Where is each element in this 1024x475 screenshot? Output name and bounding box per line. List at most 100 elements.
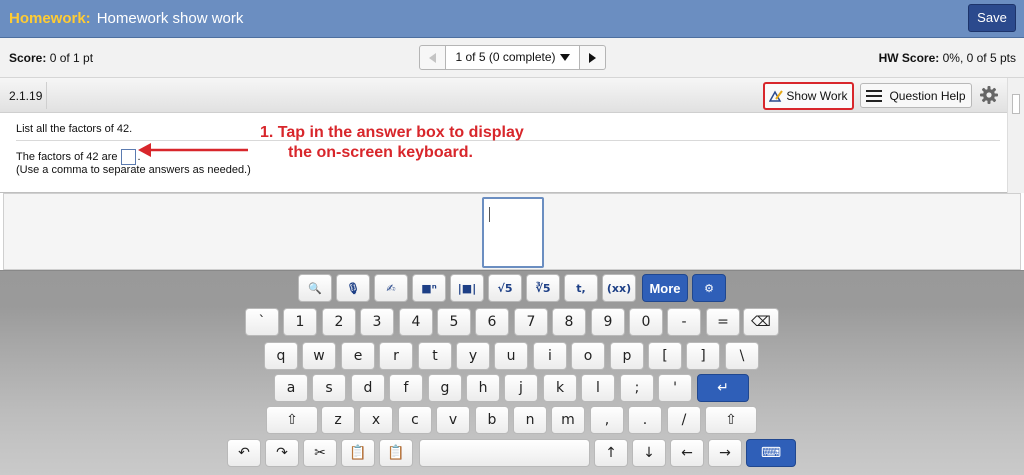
key-x[interactable]: x <box>359 406 393 434</box>
key-period[interactable]: . <box>628 406 662 434</box>
key-a[interactable]: a <box>274 374 308 402</box>
next-question-button[interactable] <box>579 45 606 70</box>
hw-score-label: HW Score: <box>878 51 940 65</box>
title-label: Homework: <box>9 10 91 27</box>
key-j[interactable]: j <box>504 374 538 402</box>
key-t[interactable]: t <box>418 342 452 370</box>
answer-box[interactable] <box>120 149 136 165</box>
key-g[interactable]: g <box>428 374 462 402</box>
key-v[interactable]: v <box>436 406 470 434</box>
keyboard-settings-key[interactable]: ⚙ <box>692 274 726 302</box>
question-selector[interactable]: 1 of 5 (0 complete) <box>446 45 579 70</box>
key-0[interactable]: 0 <box>629 308 663 336</box>
nth-root-key[interactable]: ∛5 <box>526 274 560 302</box>
paste-key[interactable]: 📋 <box>379 439 413 467</box>
key-1[interactable]: 1 <box>283 308 317 336</box>
redo-key[interactable]: ↷ <box>265 439 299 467</box>
handwriting-key[interactable]: ✍ <box>374 274 408 302</box>
gear-icon[interactable] <box>979 85 999 105</box>
key-8[interactable]: 8 <box>552 308 586 336</box>
key-5[interactable]: 5 <box>437 308 471 336</box>
key-i[interactable]: i <box>533 342 567 370</box>
key-m[interactable]: m <box>551 406 585 434</box>
key-semicolon[interactable]: ; <box>620 374 654 402</box>
key-n[interactable]: n <box>513 406 547 434</box>
key-6[interactable]: 6 <box>475 308 509 336</box>
microphone-key[interactable]: 🎙 <box>336 274 370 302</box>
key-f[interactable]: f <box>389 374 423 402</box>
key-l[interactable]: l <box>581 374 615 402</box>
question-help-button[interactable]: Question Help <box>860 83 972 108</box>
key-s[interactable]: s <box>312 374 346 402</box>
key-backspace[interactable]: ⌫ <box>743 308 779 336</box>
key-q[interactable]: q <box>264 342 298 370</box>
score-label: Score: <box>9 51 47 65</box>
key-c[interactable]: c <box>398 406 432 434</box>
superscript-key[interactable]: ■ⁿ <box>412 274 446 302</box>
math-search-key[interactable]: 🔍 <box>298 274 332 302</box>
list-icon <box>866 89 883 102</box>
shift-right-key[interactable]: ⇧ <box>705 406 757 434</box>
key-z[interactable]: z <box>321 406 355 434</box>
key-y[interactable]: y <box>456 342 490 370</box>
key-h[interactable]: h <box>466 374 500 402</box>
key-b[interactable]: b <box>475 406 509 434</box>
arrow-up-key[interactable]: ↑ <box>594 439 628 467</box>
cut-key[interactable]: ✂ <box>303 439 337 467</box>
question-scrollbar[interactable] <box>1007 78 1024 193</box>
key-e[interactable]: e <box>341 342 375 370</box>
key-minus[interactable]: - <box>667 308 701 336</box>
question-pager: 1 of 5 (0 complete) <box>419 45 606 70</box>
sqrt-key[interactable]: √5 <box>488 274 522 302</box>
key-7[interactable]: 7 <box>514 308 548 336</box>
key-quote[interactable]: ' <box>658 374 692 402</box>
space-key[interactable] <box>419 439 590 467</box>
key-w[interactable]: w <box>302 342 336 370</box>
key-backtick[interactable]: ` <box>245 308 279 336</box>
key-9[interactable]: 9 <box>591 308 625 336</box>
answer-prefix: The factors of 42 are <box>16 151 118 163</box>
save-button[interactable]: Save <box>968 4 1016 32</box>
text-key[interactable]: t, <box>564 274 598 302</box>
show-work-button[interactable]: Show Work <box>763 82 854 110</box>
more-key[interactable]: More <box>642 274 688 302</box>
copy-key[interactable]: 📋 <box>341 439 375 467</box>
chevron-right-icon <box>589 52 596 63</box>
arrow-left-key[interactable]: ← <box>670 439 704 467</box>
enter-key[interactable]: ↵ <box>697 374 749 402</box>
absolute-value-key[interactable]: |■| <box>450 274 484 302</box>
key-slash[interactable]: / <box>667 406 701 434</box>
key-d[interactable]: d <box>351 374 385 402</box>
key-k[interactable]: k <box>543 374 577 402</box>
undo-key[interactable]: ↶ <box>227 439 261 467</box>
annotation-callout: 1. Tap in the answer box to display the … <box>260 123 524 163</box>
score-bar: Score: 0 of 1 pt 1 of 5 (0 complete) HW … <box>0 38 1024 78</box>
arrow-right-key[interactable]: → <box>708 439 742 467</box>
key-u[interactable]: u <box>494 342 528 370</box>
hide-keyboard-key[interactable]: ⌨ <box>746 439 796 467</box>
key-2[interactable]: 2 <box>322 308 356 336</box>
shift-left-key[interactable]: ⇧ <box>266 406 318 434</box>
key-left-bracket[interactable]: [ <box>648 342 682 370</box>
parentheses-key[interactable]: (xx) <box>602 274 636 302</box>
arrow-down-key[interactable]: ↓ <box>632 439 666 467</box>
key-p[interactable]: p <box>610 342 644 370</box>
math-input-box[interactable] <box>482 197 544 268</box>
key-r[interactable]: r <box>379 342 413 370</box>
scrollbar-thumb[interactable] <box>1012 94 1020 114</box>
app-window: Homework: Homework show work Save Score: … <box>0 0 1024 475</box>
title-bar: Homework: Homework show work Save <box>0 0 1024 38</box>
answer-line: The factors of 42 are . <box>16 149 141 165</box>
key-3[interactable]: 3 <box>360 308 394 336</box>
key-equals[interactable]: = <box>706 308 740 336</box>
key-right-bracket[interactable]: ] <box>686 342 720 370</box>
key-backslash[interactable]: \ <box>725 342 759 370</box>
previous-question-button[interactable] <box>419 45 446 70</box>
key-4[interactable]: 4 <box>399 308 433 336</box>
key-o[interactable]: o <box>571 342 605 370</box>
input-area <box>3 193 1021 270</box>
page-title: Homework: Homework show work <box>9 10 243 27</box>
answer-note: (Use a comma to separate answers as need… <box>16 164 251 176</box>
key-comma[interactable]: , <box>590 406 624 434</box>
assignment-title: Homework show work <box>96 10 244 27</box>
